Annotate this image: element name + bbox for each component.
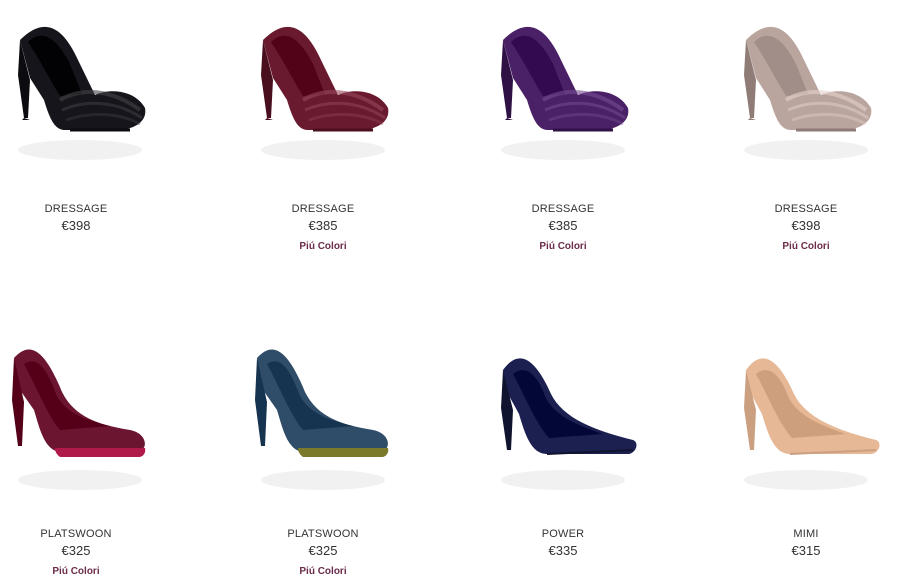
product-grid: DRESSAGE €398 DRESSAGE €385 Piú Colori D…: [0, 0, 898, 577]
product-name[interactable]: DRESSAGE: [483, 203, 643, 215]
product-price: €315: [791, 543, 821, 558]
shoe-illustration: [18, 26, 146, 160]
product-name[interactable]: PLATSWOON: [243, 528, 403, 540]
shoe-illustration: [12, 349, 146, 490]
product-name[interactable]: POWER: [483, 528, 643, 540]
product-name[interactable]: DRESSAGE: [726, 203, 886, 215]
more-colors-link[interactable]: Piú Colori: [726, 241, 886, 252]
shoe-illustration: [255, 349, 389, 490]
product-name[interactable]: PLATSWOON: [0, 528, 156, 540]
more-colors-link[interactable]: Piú Colori: [243, 566, 403, 577]
shoe-illustration: [744, 26, 872, 160]
product-price: €398: [791, 218, 821, 233]
product-image[interactable]: [726, 0, 886, 180]
product-name[interactable]: DRESSAGE: [243, 203, 403, 215]
shoe-illustration: [501, 26, 629, 160]
shoe-illustration: [501, 358, 637, 490]
product-price: €335: [548, 543, 578, 558]
product-name[interactable]: DRESSAGE: [0, 203, 156, 215]
product-image[interactable]: [0, 330, 160, 510]
shoe-illustration: [261, 26, 389, 160]
product-name[interactable]: MIMI: [726, 528, 886, 540]
product-price: €325: [308, 543, 338, 558]
product-image[interactable]: [243, 330, 403, 510]
product-price: €385: [548, 218, 578, 233]
product-price: €325: [61, 543, 91, 558]
product-price: €398: [61, 218, 91, 233]
product-image[interactable]: [483, 330, 643, 510]
shoe-illustration: [744, 358, 880, 490]
product-image[interactable]: [483, 0, 643, 180]
product-image[interactable]: [243, 0, 403, 180]
product-image[interactable]: [0, 0, 160, 180]
product-image[interactable]: [726, 330, 886, 510]
more-colors-link[interactable]: Piú Colori: [483, 241, 643, 252]
more-colors-link[interactable]: Piú Colori: [0, 566, 156, 577]
product-price: €385: [308, 218, 338, 233]
more-colors-link[interactable]: Piú Colori: [243, 241, 403, 252]
